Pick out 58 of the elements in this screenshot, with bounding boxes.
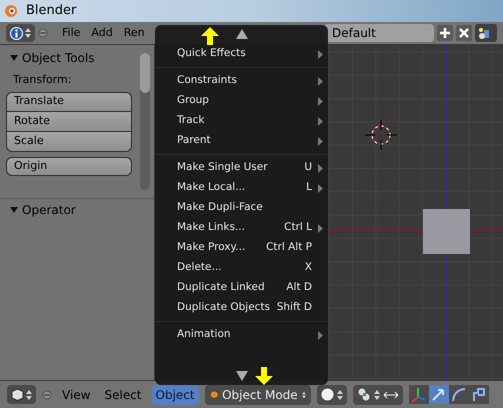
- menu-entry[interactable]: Track: [155, 111, 328, 131]
- up-down-arrows-icon: [336, 388, 343, 400]
- panel-title[interactable]: Operator: [22, 201, 76, 219]
- scroll-up-icon[interactable]: [236, 29, 248, 39]
- axes-icon[interactable]: [408, 385, 429, 404]
- up-down-arrows-icon: [25, 27, 31, 39]
- add-icon[interactable]: [437, 25, 453, 41]
- app-logo-icon: [4, 4, 18, 18]
- info-icon: [10, 26, 23, 40]
- menu-entry[interactable]: Make Single User U: [155, 158, 328, 178]
- scrollbar[interactable]: [140, 53, 150, 190]
- menu-entry[interactable]: Constraints: [155, 71, 328, 91]
- menu-entry[interactable]: Animation: [155, 325, 328, 345]
- cube-icon: [11, 388, 24, 401]
- scale-icon[interactable]: [468, 385, 489, 404]
- menu-item[interactable]: Select: [100, 384, 146, 404]
- menu-entry[interactable]: Make Proxy... Ctrl Alt P: [155, 238, 328, 258]
- menu-entry[interactable]: Quick Effects: [155, 44, 328, 64]
- cube-icon: [210, 388, 218, 401]
- panel-title[interactable]: Object Tools: [22, 49, 94, 67]
- up-arrow-icon: [199, 26, 221, 46]
- menu-entry[interactable]: Delete... X: [155, 258, 328, 278]
- scene-icon[interactable]: [475, 24, 497, 42]
- tool-button[interactable]: Origin: [6, 156, 132, 176]
- menu-item[interactable]: View: [58, 384, 94, 404]
- circles-icon: [356, 388, 371, 401]
- menu-item[interactable]: Object: [152, 384, 199, 404]
- section-label: Transform:: [12, 72, 72, 88]
- editor-type-button[interactable]: [7, 385, 36, 404]
- menu-entry[interactable]: Make Local... L: [155, 178, 328, 198]
- window-title: Blender: [26, 2, 76, 20]
- shading-dropdown[interactable]: [316, 384, 347, 404]
- collapse-icon[interactable]: [38, 28, 48, 38]
- menu-item[interactable]: File: [58, 24, 84, 42]
- expanded-triangle-icon[interactable]: [10, 54, 18, 62]
- menu-item[interactable]: Add: [87, 24, 117, 42]
- tool-button[interactable]: Scale: [6, 132, 132, 152]
- expanded-triangle-icon[interactable]: [10, 206, 18, 214]
- tool-button[interactable]: Rotate: [6, 112, 132, 132]
- curve-icon[interactable]: [448, 385, 469, 404]
- menu-entry[interactable]: Duplicate Linked Alt D: [155, 278, 328, 298]
- up-down-arrows-icon: [374, 388, 380, 400]
- menu-entry[interactable]: Duplicate Objects Shift D: [155, 298, 328, 318]
- down-arrow-icon: [253, 366, 275, 386]
- mode-dropdown[interactable]: Object Mode: [204, 384, 311, 404]
- close-icon[interactable]: [456, 25, 472, 41]
- sphere-icon: [320, 388, 334, 401]
- menu-entry[interactable]: Make Dupli-Face: [155, 198, 328, 218]
- tool-button[interactable]: Translate: [6, 92, 132, 112]
- pivot-dropdown[interactable]: [352, 384, 403, 404]
- layout-field[interactable]: Default: [324, 24, 434, 42]
- collapse-icon[interactable]: [42, 390, 52, 400]
- menu-entry[interactable]: Group: [155, 91, 328, 111]
- menu-item[interactable]: Ren: [120, 24, 149, 42]
- up-down-arrows-icon: [26, 388, 32, 400]
- menu-entry[interactable]: Parent: [155, 131, 328, 151]
- editor-type-button[interactable]: [6, 24, 35, 42]
- menu-entry[interactable]: Make Links... Ctrl L: [155, 218, 328, 238]
